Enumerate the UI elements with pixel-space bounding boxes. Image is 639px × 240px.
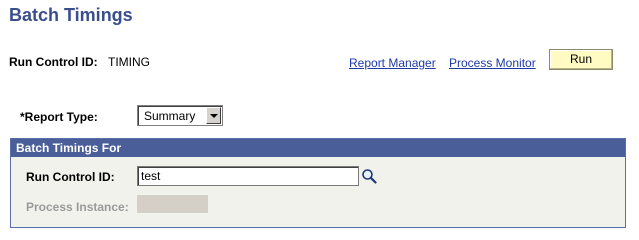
magnifier-lookup-icon[interactable]	[361, 168, 377, 184]
process-instance-field	[137, 195, 208, 213]
run-button[interactable]: Run	[549, 49, 613, 70]
run-control-value: TIMING	[108, 55, 150, 69]
batch-timings-group: Batch Timings For Run Control ID: Proces…	[10, 138, 626, 228]
report-type-label: *Report Type:	[20, 110, 98, 124]
run-control-label: Run Control ID:	[9, 55, 98, 69]
process-instance-label: Process Instance:	[26, 200, 129, 214]
report-type-select[interactable]: Summary	[137, 105, 223, 126]
run-control-id-input[interactable]	[137, 166, 359, 186]
process-monitor-link[interactable]: Process Monitor	[449, 56, 536, 70]
chevron-down-icon[interactable]	[206, 107, 221, 124]
report-type-selected-value: Summary	[144, 109, 196, 123]
page-title: Batch Timings	[9, 5, 133, 25]
report-manager-link[interactable]: Report Manager	[349, 56, 436, 70]
group-run-control-label: Run Control ID:	[26, 170, 115, 184]
group-header: Batch Timings For	[11, 139, 625, 157]
